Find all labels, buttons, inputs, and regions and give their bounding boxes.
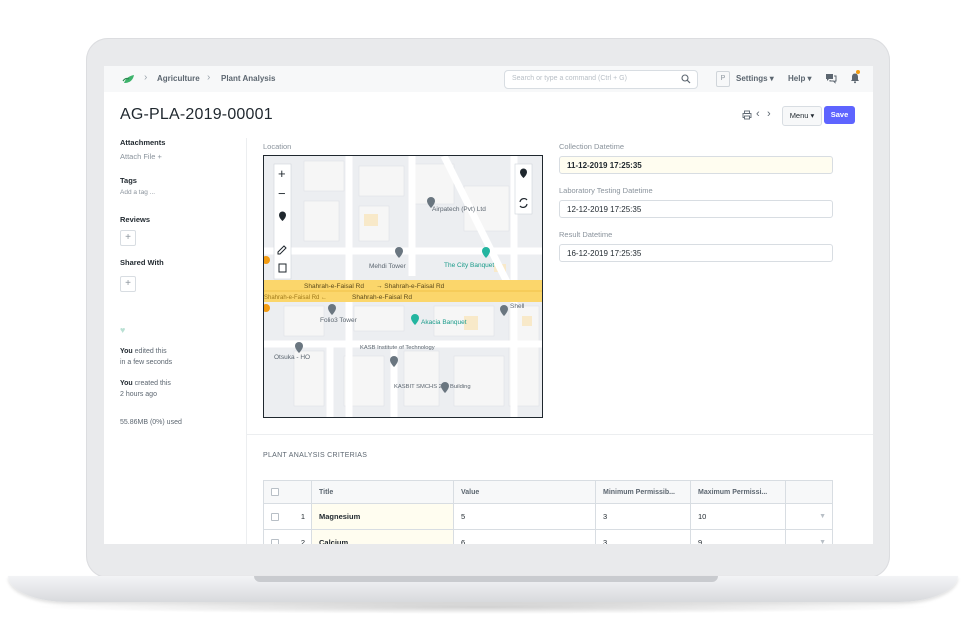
- map-canvas[interactable]: Shahrah-e-Faisal Rd → Shahrah-e-Faisal R…: [264, 156, 542, 417]
- avatar[interactable]: P: [716, 71, 730, 87]
- place-shell: Shell: [510, 303, 525, 310]
- notification-dot: [856, 70, 860, 74]
- row-title[interactable]: Calcium: [312, 530, 454, 544]
- col-max: Maximum Permissi...: [691, 481, 786, 503]
- form-body: Location Shahrah-e-Faisal Rd → Shahrah-e…: [247, 138, 873, 544]
- save-button[interactable]: Save: [824, 106, 855, 124]
- add-tag-link[interactable]: Add a tag ...: [120, 189, 155, 196]
- edited-time: in a few seconds: [120, 359, 173, 366]
- col-min: Minimum Permissib...: [596, 481, 691, 503]
- settings-menu[interactable]: Settings ▾: [736, 74, 774, 83]
- col-actions: [786, 481, 834, 503]
- place-kasbit: KASBIT SMCHS 2nd Building: [394, 384, 471, 390]
- row-max[interactable]: 9: [691, 530, 786, 544]
- previous-record-icon[interactable]: ‹: [756, 108, 760, 120]
- edited-activity: You edited this in a few seconds: [120, 346, 172, 368]
- table-row[interactable]: 1 Magnesium 5 3 10 ▼: [263, 504, 833, 530]
- select-all-checkbox[interactable]: [271, 488, 279, 496]
- chat-icon[interactable]: [825, 72, 837, 84]
- road-label-2: → Shahrah-e-Faisal Rd: [376, 283, 445, 290]
- result-datetime-input[interactable]: 16-12-2019 17:25:35: [559, 244, 833, 262]
- chevron-down-icon[interactable]: ▼: [819, 513, 826, 520]
- table-header: Title Value Minimum Permissib... Maximum…: [263, 480, 833, 504]
- location-map[interactable]: Shahrah-e-Faisal Rd → Shahrah-e-Faisal R…: [263, 155, 543, 418]
- section-divider: [247, 434, 873, 435]
- row-menu[interactable]: ▼: [786, 504, 834, 529]
- row-title[interactable]: Magnesium: [312, 504, 454, 529]
- menu-button[interactable]: Menu ▾: [782, 106, 822, 126]
- place-akacia-banquet: Akacia Banquet: [421, 319, 467, 326]
- tags-heading: Tags: [120, 176, 137, 185]
- select-all-cell[interactable]: [264, 481, 312, 503]
- like-heart-icon[interactable]: ♥: [120, 325, 125, 335]
- row-select-cell[interactable]: 2: [264, 530, 312, 544]
- road-label-3: Shahrah-e-Faisal Rd: [352, 294, 412, 301]
- criteria-section-title: PLANT ANALYSIS CRITERIAS: [263, 452, 368, 459]
- reviews-heading: Reviews: [120, 215, 151, 224]
- laptop-notch: [254, 576, 718, 582]
- col-value: Value: [454, 481, 596, 503]
- criteria-table: Title Value Minimum Permissib... Maximum…: [263, 480, 833, 544]
- row-min[interactable]: 3: [596, 504, 691, 529]
- place-city-banquet: The City Banquet: [444, 262, 494, 269]
- breadcrumb-plant-analysis[interactable]: Plant Analysis: [221, 74, 275, 83]
- add-share-button[interactable]: +: [120, 276, 136, 292]
- zoom-in-button[interactable]: +: [278, 166, 286, 181]
- search-input[interactable]: Search or type a command (Ctrl + G): [504, 70, 698, 89]
- navbar: › Agriculture › Plant Analysis Search or…: [104, 66, 873, 93]
- place-kasb: KASB Institute of Technology: [360, 345, 435, 351]
- help-menu[interactable]: Help ▾: [788, 74, 812, 83]
- place-mehdi-tower: Mehdi Tower: [369, 263, 407, 270]
- screen-bezel-bottom: [104, 544, 873, 554]
- next-record-icon[interactable]: ›: [767, 108, 771, 120]
- road-label-4: Shahrah-e-Faisal Rd ←: [264, 295, 327, 301]
- breadcrumb-separator-icon: ›: [207, 72, 211, 83]
- shared-with-heading: Shared With: [120, 258, 164, 267]
- edited-by[interactable]: You: [120, 348, 133, 355]
- row-select-cell[interactable]: 1: [264, 504, 312, 529]
- place-otsuka: Otsuka - HO: [274, 354, 310, 361]
- place-airpatech: Airpatech (Pvt) Ltd: [432, 206, 486, 213]
- created-activity: You created this 2 hours ago: [120, 378, 171, 400]
- form-sidebar: Attachments Attach File + Tags Add a tag…: [104, 138, 247, 544]
- add-review-button[interactable]: +: [120, 230, 136, 246]
- table-row[interactable]: 2 Calcium 6 3 9 ▼: [263, 530, 833, 544]
- location-label: Location: [263, 142, 292, 151]
- zoom-out-button[interactable]: −: [278, 186, 286, 201]
- print-icon[interactable]: [742, 110, 752, 120]
- attach-file-link[interactable]: Attach File +: [120, 152, 162, 161]
- lab-testing-datetime-input[interactable]: 12-12-2019 17:25:35: [559, 200, 833, 218]
- storage-usage: 55.86MB (0%) used: [120, 419, 182, 426]
- attachments-heading: Attachments: [120, 138, 166, 147]
- row-checkbox[interactable]: [271, 512, 279, 521]
- collection-datetime-label: Collection Datetime: [559, 142, 625, 151]
- page-title: AG-PLA-2019-00001: [120, 106, 273, 123]
- breadcrumb-separator-icon: ›: [144, 72, 148, 83]
- col-title: Title: [312, 481, 454, 503]
- search-icon: [681, 74, 691, 84]
- row-max[interactable]: 10: [691, 504, 786, 529]
- breadcrumb-agriculture[interactable]: Agriculture: [157, 74, 200, 83]
- row-menu[interactable]: ▼: [786, 530, 834, 544]
- app-logo-icon[interactable]: [122, 72, 136, 86]
- place-folio3-tower: Folio3 Tower: [320, 317, 358, 324]
- collection-datetime-input[interactable]: 11-12-2019 17:25:35: [559, 156, 833, 174]
- laptop-shadow: [30, 600, 936, 614]
- lab-testing-datetime-label: Laboratory Testing Datetime: [559, 186, 653, 195]
- created-time: 2 hours ago: [120, 391, 157, 398]
- app-screen: › Agriculture › Plant Analysis Search or…: [104, 66, 873, 544]
- edited-text: edited this: [134, 348, 167, 355]
- row-value[interactable]: 6: [454, 530, 596, 544]
- road-label-1: Shahrah-e-Faisal Rd: [304, 283, 364, 290]
- page-head: AG-PLA-2019-00001 ‹ › Menu ▾ Save: [104, 92, 873, 139]
- search-placeholder: Search or type a command (Ctrl + G): [512, 75, 627, 82]
- row-min[interactable]: 3: [596, 530, 691, 544]
- created-by[interactable]: You: [120, 380, 133, 387]
- notification-bell-icon[interactable]: [849, 72, 861, 84]
- row-value[interactable]: 5: [454, 504, 596, 529]
- created-text: created this: [134, 380, 171, 387]
- row-index: 1: [300, 512, 305, 521]
- result-datetime-label: Result Datetime: [559, 230, 613, 239]
